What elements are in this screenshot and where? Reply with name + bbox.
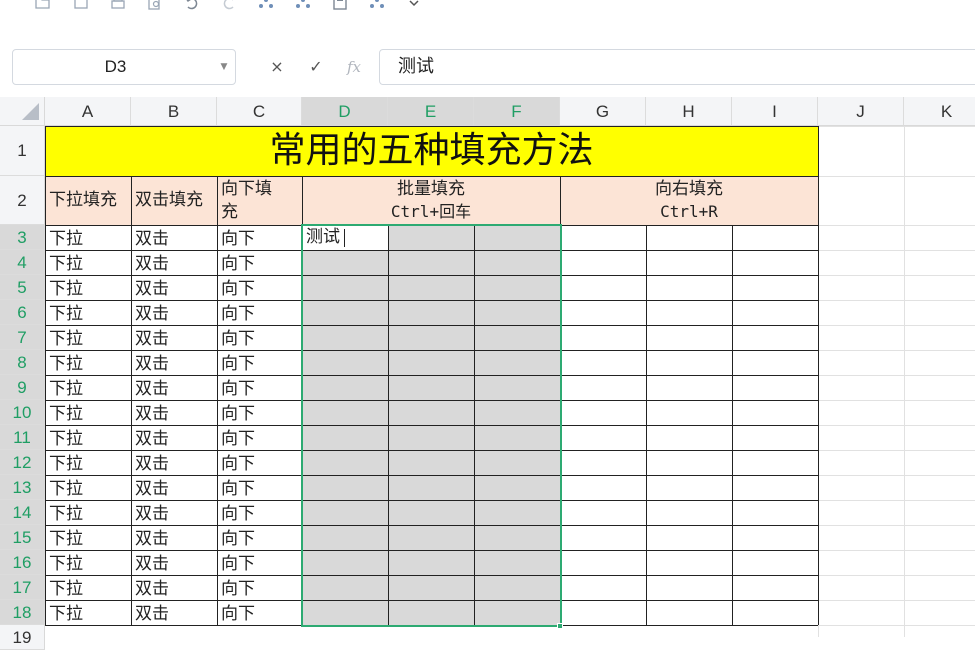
cell-dropdown[interactable]: 下拉 — [49, 425, 129, 450]
cell-dropdown[interactable]: 下拉 — [49, 525, 129, 550]
cell-fill-down[interactable]: 向下 — [221, 275, 300, 300]
name-box[interactable]: D3 ▼ — [12, 49, 236, 85]
insert-function-button[interactable]: fx — [341, 49, 367, 85]
header-fill-right-line2: Ctrl+R — [660, 202, 718, 221]
cell-double-click[interactable]: 双击 — [135, 300, 215, 325]
cell-dropdown[interactable]: 下拉 — [49, 400, 129, 425]
cell-double-click[interactable]: 双击 — [135, 500, 215, 525]
confirm-button[interactable]: ✓ — [303, 49, 329, 85]
cell-double-click[interactable]: 双击 — [135, 250, 215, 275]
cell-double-click[interactable]: 双击 — [135, 375, 215, 400]
cell-fill-down[interactable]: 向下 — [221, 300, 300, 325]
text-cursor — [344, 229, 345, 247]
formula-input[interactable]: 测试 — [379, 49, 975, 85]
cell-fill-down[interactable]: 向下 — [221, 225, 300, 250]
header-batch-fill-line1[interactable]: 批量填充 — [302, 178, 560, 200]
header-batch-fill-line2: Ctrl+回车 — [390, 202, 472, 221]
name-box-dropdown-icon[interactable]: ▼ — [217, 50, 231, 84]
cell-dropdown[interactable]: 下拉 — [49, 575, 129, 600]
header-fill-down-line1[interactable]: 向下填 — [221, 178, 301, 200]
cell-double-click[interactable]: 双击 — [135, 475, 215, 500]
cell-fill-down[interactable]: 向下 — [221, 525, 300, 550]
cell-dropdown[interactable]: 下拉 — [49, 450, 129, 475]
header-double-click-fill[interactable]: 双击填充 — [135, 176, 217, 225]
header-dropdown-fill[interactable]: 下拉填充 — [49, 176, 131, 225]
cell-double-click[interactable]: 双击 — [135, 225, 215, 250]
spreadsheet-grid[interactable]: ABCDEFGHIJK 1 2 3 4 5 6 7 8 9 10 11 12 13 14 15 16 17 18 1… — [0, 97, 975, 650]
cell-double-click[interactable]: 双击 — [135, 400, 215, 425]
cell-double-click[interactable]: 双击 — [135, 350, 215, 375]
cell-dropdown[interactable]: 下拉 — [49, 250, 129, 275]
undo-icon[interactable] — [182, 0, 202, 16]
cell-fill-down[interactable]: 向下 — [221, 475, 300, 500]
cell-dropdown[interactable]: 下拉 — [49, 375, 129, 400]
cell-dropdown[interactable]: 下拉 — [49, 500, 129, 525]
cell-double-click[interactable]: 双击 — [135, 550, 215, 575]
cell-double-click[interactable]: 双击 — [135, 450, 215, 475]
fill-handle[interactable] — [557, 623, 563, 629]
cell-fill-down[interactable]: 向下 — [221, 375, 300, 400]
cell-fill-down[interactable]: 向下 — [221, 450, 300, 475]
cell-dropdown[interactable]: 下拉 — [49, 275, 129, 300]
print-icon[interactable] — [108, 0, 128, 16]
cell-double-click[interactable]: 双击 — [135, 575, 215, 600]
format-painter-2-icon[interactable] — [293, 0, 313, 16]
cell-dropdown[interactable]: 下拉 — [49, 600, 129, 625]
cell-double-click[interactable]: 双击 — [135, 525, 215, 550]
cell-fill-down[interactable]: 向下 — [221, 325, 300, 350]
cell-fill-down[interactable]: 向下 — [221, 500, 300, 525]
cell-fill-down[interactable]: 向下 — [221, 550, 300, 575]
active-cell[interactable]: 测试 — [306, 225, 386, 250]
more-dropdown-icon[interactable] — [404, 0, 424, 16]
print-preview-icon[interactable] — [145, 0, 165, 16]
cell-double-click[interactable]: 双击 — [135, 600, 215, 625]
header-fill-down-line2: 充 — [221, 202, 238, 222]
save-icon[interactable] — [330, 0, 350, 16]
open-icon[interactable] — [33, 0, 53, 16]
share-icon[interactable] — [367, 0, 387, 16]
formula-content: 测试 — [398, 56, 434, 77]
cell-double-click[interactable]: 双击 — [135, 325, 215, 350]
cell-fill-down[interactable]: 向下 — [221, 575, 300, 600]
cell-dropdown[interactable]: 下拉 — [49, 225, 129, 250]
formula-bar: D3 ▼ × ✓ fx 测试 — [0, 40, 975, 96]
save-as-icon[interactable] — [71, 0, 91, 16]
cell-dropdown[interactable]: 下拉 — [49, 350, 129, 375]
format-painter-icon[interactable] — [256, 0, 276, 16]
cell-fill-down[interactable]: 向下 — [221, 350, 300, 375]
redo-icon[interactable] — [219, 0, 239, 16]
cell-dropdown[interactable]: 下拉 — [49, 475, 129, 500]
cancel-button[interactable]: × — [264, 49, 290, 85]
cell-fill-down[interactable]: 向下 — [221, 400, 300, 425]
cell-fill-down[interactable]: 向下 — [221, 600, 300, 625]
cell-fill-down[interactable]: 向下 — [221, 425, 300, 450]
cell-fill-down[interactable]: 向下 — [221, 250, 300, 275]
cell-double-click[interactable]: 双击 — [135, 425, 215, 450]
cell-reference: D3 — [104, 57, 127, 76]
cell-dropdown[interactable]: 下拉 — [49, 300, 129, 325]
header-fill-right-line1[interactable]: 向右填充 — [560, 178, 818, 200]
quick-access-toolbar — [0, 0, 975, 20]
cell-double-click[interactable]: 双击 — [135, 275, 215, 300]
cell-dropdown[interactable]: 下拉 — [49, 325, 129, 350]
cell-dropdown[interactable]: 下拉 — [49, 550, 129, 575]
